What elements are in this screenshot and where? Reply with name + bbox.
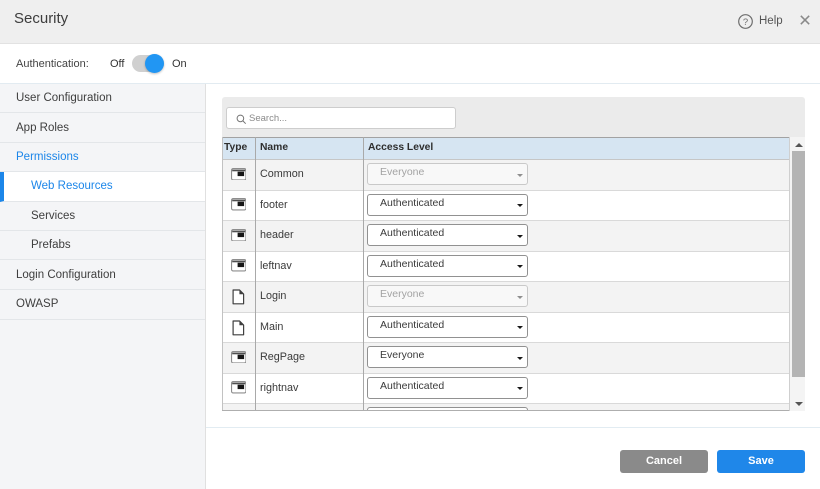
svg-text:?: ? — [742, 17, 747, 28]
